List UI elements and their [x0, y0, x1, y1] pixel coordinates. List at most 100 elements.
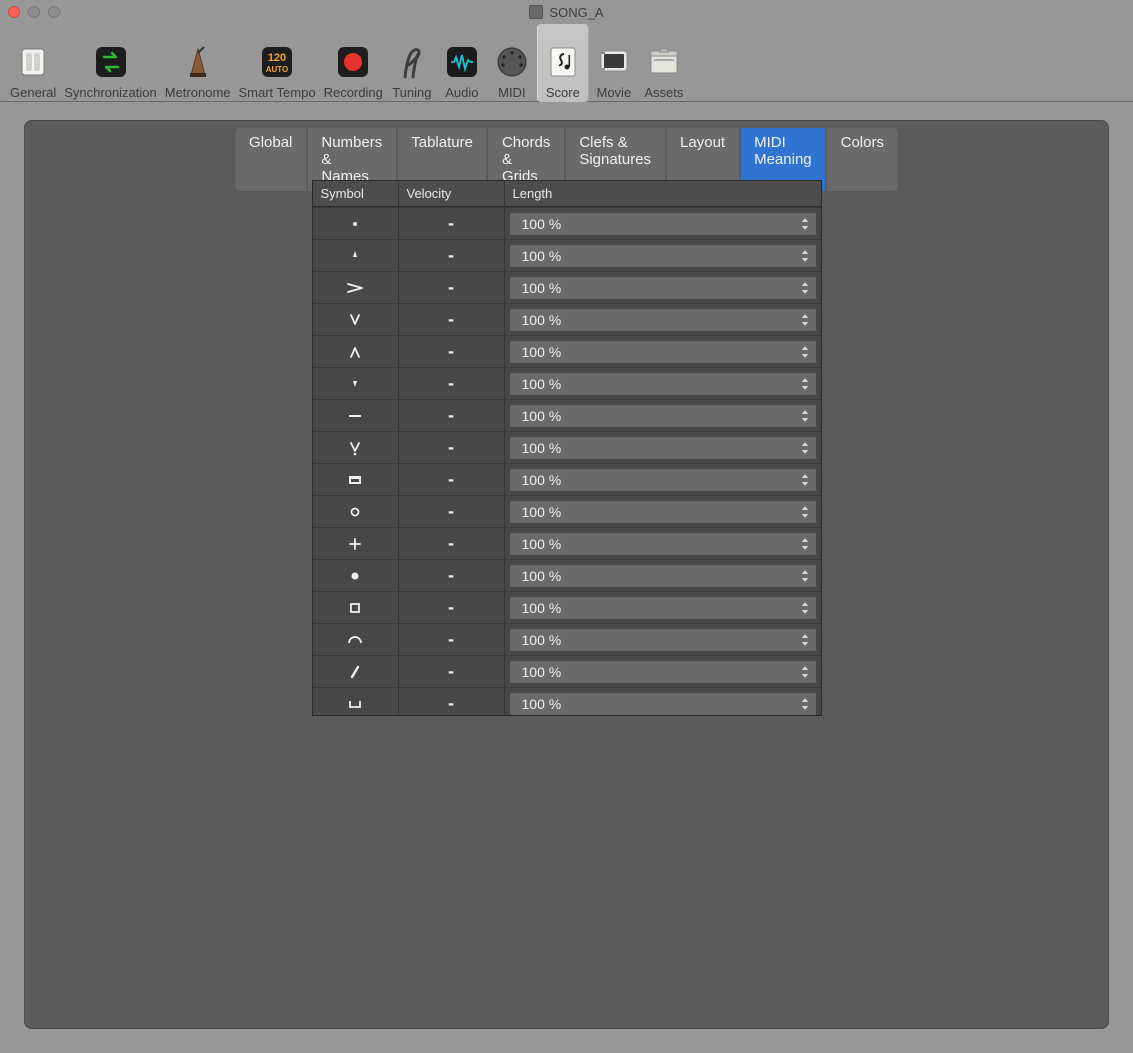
content-panel: GlobalNumbers & NamesTablatureChords & G…: [24, 120, 1109, 1029]
midi-icon: [491, 43, 533, 81]
stepper-icon[interactable]: [798, 311, 812, 329]
toolbar-assets[interactable]: Assets: [639, 24, 689, 102]
velocity-field[interactable]: -: [399, 528, 505, 559]
stepper-icon[interactable]: [798, 567, 812, 585]
toolbar-label: Movie: [597, 85, 632, 100]
stepper-icon[interactable]: [798, 599, 812, 617]
stepper-icon[interactable]: [798, 663, 812, 681]
length-select[interactable]: 100 %: [509, 340, 817, 364]
stepper-icon[interactable]: [798, 535, 812, 553]
window-title-text: SONG_A: [549, 5, 603, 20]
stepper-icon[interactable]: [798, 631, 812, 649]
titlebar: SONG_A: [0, 0, 1133, 24]
velocity-field[interactable]: -: [399, 368, 505, 399]
length-value: 100 %: [522, 504, 562, 520]
symbol-accent-icon: [313, 272, 399, 303]
tab-global[interactable]: Global: [235, 128, 307, 191]
length-value: 100 %: [522, 536, 562, 552]
toolbar-synchronization[interactable]: Synchronization: [60, 24, 161, 102]
stepper-icon[interactable]: [798, 439, 812, 457]
table-row: - 100 %: [313, 271, 821, 303]
toolbar-movie[interactable]: Movie: [589, 24, 639, 102]
length-select[interactable]: 100 %: [509, 692, 817, 716]
stepper-icon[interactable]: [798, 247, 812, 265]
length-select[interactable]: 100 %: [509, 308, 817, 332]
audio-icon: [441, 43, 483, 81]
stepper-icon[interactable]: [798, 471, 812, 489]
length-value: 100 %: [522, 408, 562, 424]
length-value: 100 %: [522, 344, 562, 360]
toolbar-metronome[interactable]: Metronome: [161, 24, 235, 102]
symbol-v-up-icon: [313, 336, 399, 367]
table-row: - 100 %: [313, 495, 821, 527]
length-select[interactable]: 100 %: [509, 500, 817, 524]
velocity-field[interactable]: -: [399, 688, 505, 716]
velocity-field[interactable]: -: [399, 464, 505, 495]
velocity-field[interactable]: -: [399, 496, 505, 527]
stepper-icon[interactable]: [798, 407, 812, 425]
length-select[interactable]: 100 %: [509, 628, 817, 652]
toolbar-recording[interactable]: Recording: [320, 24, 387, 102]
zoom-button[interactable]: [48, 6, 60, 18]
stepper-icon[interactable]: [798, 343, 812, 361]
close-button[interactable]: [8, 6, 20, 18]
velocity-field[interactable]: -: [399, 336, 505, 367]
symbol-small-triangle-down-icon: [313, 368, 399, 399]
toolbar-general[interactable]: General: [6, 24, 60, 102]
toolbar-midi[interactable]: MIDI: [487, 24, 537, 102]
velocity-field[interactable]: -: [399, 592, 505, 623]
table-row: - 100 %: [313, 463, 821, 495]
velocity-field[interactable]: -: [399, 624, 505, 655]
velocity-field[interactable]: -: [399, 304, 505, 335]
table-row: - 100 %: [313, 239, 821, 271]
toolbar-audio[interactable]: Audio: [437, 24, 487, 102]
metronome-icon: [177, 43, 219, 81]
minimize-button[interactable]: [28, 6, 40, 18]
length-value: 100 %: [522, 632, 562, 648]
toolbar-score[interactable]: Score: [537, 24, 589, 102]
stepper-icon[interactable]: [798, 215, 812, 233]
stepper-icon[interactable]: [798, 375, 812, 393]
velocity-field[interactable]: -: [399, 560, 505, 591]
velocity-field[interactable]: -: [399, 240, 505, 271]
velocity-field[interactable]: -: [399, 656, 505, 687]
length-select[interactable]: 100 %: [509, 372, 817, 396]
velocity-field[interactable]: -: [399, 208, 505, 239]
tuning-icon: [391, 43, 433, 81]
assets-icon: [643, 43, 685, 81]
document-icon: [529, 5, 543, 19]
length-select[interactable]: 100 %: [509, 660, 817, 684]
length-select[interactable]: 100 %: [509, 564, 817, 588]
tab-colors[interactable]: Colors: [827, 128, 898, 191]
length-select[interactable]: 100 %: [509, 404, 817, 428]
toolbar-smarttempo[interactable]: 120AUTO Smart Tempo: [235, 24, 320, 102]
length-select[interactable]: 100 %: [509, 276, 817, 300]
length-select[interactable]: 100 %: [509, 532, 817, 556]
velocity-field[interactable]: -: [399, 272, 505, 303]
velocity-field[interactable]: -: [399, 432, 505, 463]
velocity-field[interactable]: -: [399, 400, 505, 431]
table-row: - 100 %: [313, 687, 821, 716]
stepper-icon[interactable]: [798, 503, 812, 521]
length-select[interactable]: 100 %: [509, 212, 817, 236]
length-value: 100 %: [522, 248, 562, 264]
toolbar-label: Synchronization: [64, 85, 157, 100]
table-row: - 100 %: [313, 303, 821, 335]
length-select[interactable]: 100 %: [509, 436, 817, 460]
toolbar-tuning[interactable]: Tuning: [387, 24, 437, 102]
table-row: - 100 %: [313, 623, 821, 655]
length-select[interactable]: 100 %: [509, 468, 817, 492]
preferences-window: SONG_A General Synchronization Metronome…: [0, 0, 1133, 1053]
stepper-icon[interactable]: [798, 279, 812, 297]
length-value: 100 %: [522, 376, 562, 392]
length-value: 100 %: [522, 280, 562, 296]
window-controls: [8, 6, 60, 18]
stepper-icon[interactable]: [798, 695, 812, 713]
symbol-staccatissimo-icon: [313, 240, 399, 271]
length-value: 100 %: [522, 600, 562, 616]
length-select[interactable]: 100 %: [509, 596, 817, 620]
length-select[interactable]: 100 %: [509, 244, 817, 268]
table-row: - 100 %: [313, 335, 821, 367]
general-icon: [12, 43, 54, 81]
table-header: Symbol Velocity Length: [313, 181, 821, 207]
